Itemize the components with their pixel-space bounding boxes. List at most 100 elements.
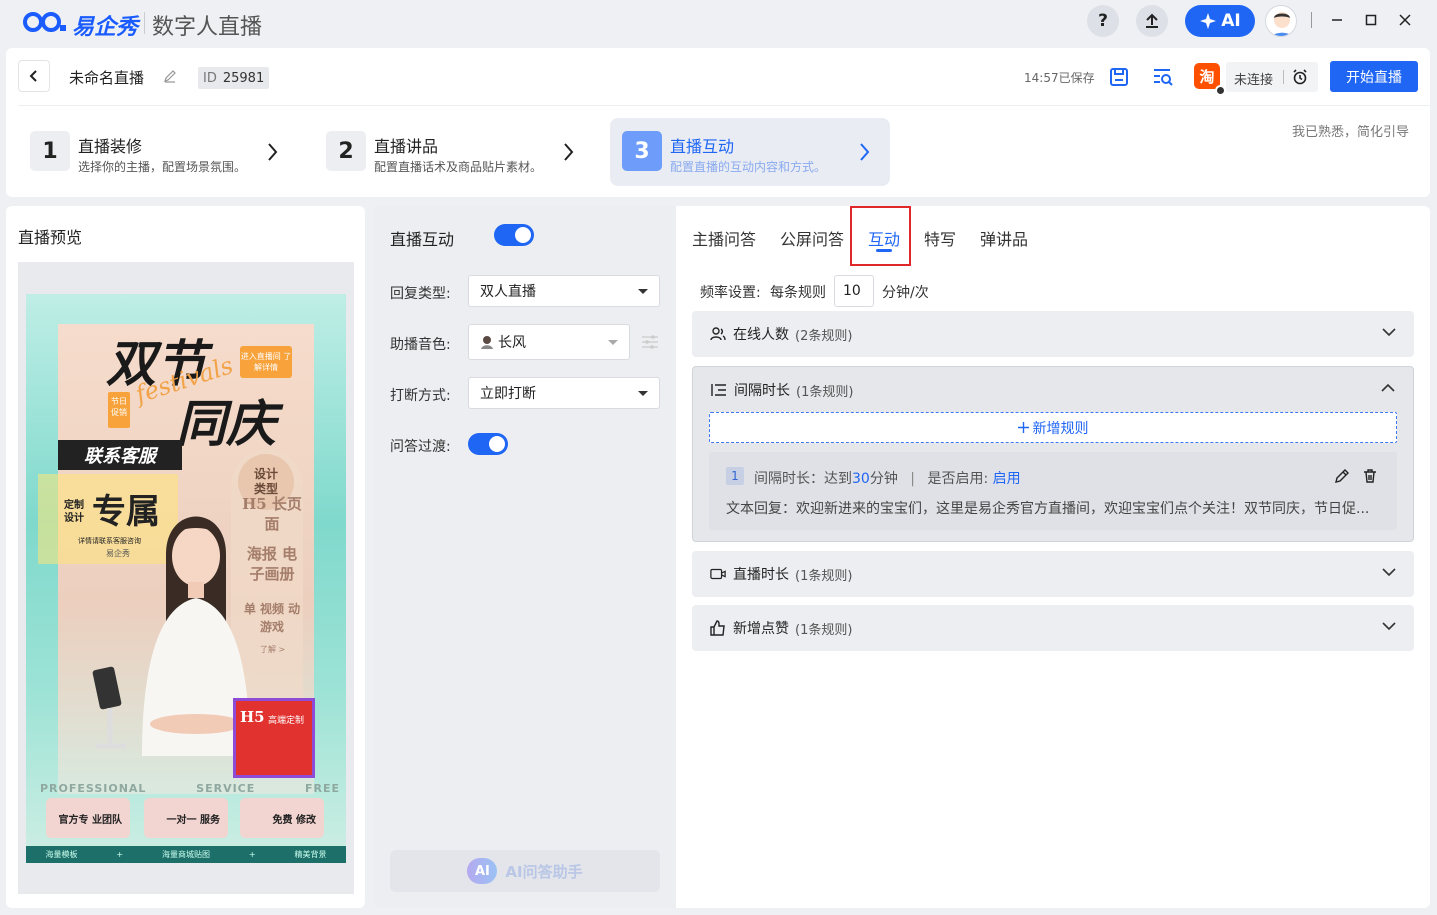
rule-prefix: 间隔时长：达到 <box>754 471 852 487</box>
poster-bottom-item: 海量商城贴图 <box>161 850 210 859</box>
section-count: (1条规则) <box>795 622 853 638</box>
section-title: 间隔时长 <box>734 383 790 399</box>
reply-type-select[interactable]: 双人直播 <box>468 275 660 307</box>
voice-avatar-icon <box>481 336 493 349</box>
step-3-desc: 配置直播的互动内容和方式。 <box>670 160 827 174</box>
trash-icon[interactable] <box>1362 468 1378 484</box>
poster-feature-1: 官方专 业团队 <box>46 798 130 838</box>
poster-side-tag: 节日 促销 <box>108 392 130 428</box>
preview-title: 直播预览 <box>18 228 83 247</box>
tab-pop-product[interactable]: 弹讲品 <box>980 226 1028 250</box>
step-1-number: 1 <box>30 131 70 171</box>
users-icon <box>710 326 726 342</box>
close-button[interactable] <box>1394 8 1416 32</box>
help-button[interactable]: ? <box>1087 5 1119 37</box>
ai-helper-label: AI问答助手 <box>505 862 583 881</box>
freq-unit: 分钟/次 <box>882 285 929 301</box>
rule-summary: 间隔时长：达到30分钟 | 是否启用: 启用 <box>754 468 1021 488</box>
poster-bottom-item: 海量模板 <box>45 850 78 859</box>
plus-icon <box>1017 422 1029 433</box>
section-count: (1条规则) <box>796 384 854 400</box>
section-header[interactable]: 新增点赞 (1条规则) <box>692 605 1414 651</box>
upload-button[interactable] <box>1136 5 1168 37</box>
rule-reply-text: 文本回复：欢迎新进来的宝宝们，这里是易企秀官方直播间，欢迎宝宝们点个关注！双节同… <box>726 501 1370 517</box>
voice-value: 长风 <box>498 335 526 351</box>
id-label: ID <box>203 70 217 86</box>
logo-text: 易企秀 <box>72 15 139 40</box>
minimize-button[interactable] <box>1326 8 1348 32</box>
rule-number: 1 <box>726 467 744 485</box>
freq-input[interactable]: 10 <box>834 275 874 307</box>
rule-enabled-label: 是否启用: <box>927 471 989 487</box>
section-title: 在线人数 <box>733 327 789 343</box>
tab-closeup[interactable]: 特写 <box>924 226 956 250</box>
section-header[interactable]: 在线人数 (2条规则) <box>692 311 1414 357</box>
search-list-icon <box>1154 69 1173 86</box>
connect-divider <box>1283 70 1284 84</box>
poster-headline-2: 同庆 <box>176 394 276 453</box>
interrupt-value: 立即打断 <box>480 386 536 402</box>
caret-down-icon <box>608 340 618 345</box>
search-list-button[interactable] <box>1152 66 1174 88</box>
poster-brand: 易企秀 <box>106 549 130 558</box>
alarm-clock-icon[interactable] <box>1292 69 1308 85</box>
chevron-down-icon <box>1382 328 1396 337</box>
add-rule-button[interactable]: 新增规则 <box>709 412 1397 443</box>
section-live-duration[interactable]: 直播时长 (1条规则) <box>692 551 1414 597</box>
freq-rule-label: 每条规则 <box>770 285 826 301</box>
connect-status: 未连接 <box>1234 73 1274 88</box>
transition-toggle[interactable] <box>468 433 508 455</box>
window-divider <box>1311 12 1312 28</box>
user-avatar[interactable] <box>1265 5 1297 37</box>
id-value: 25981 <box>222 70 265 86</box>
maximize-button[interactable] <box>1360 8 1382 32</box>
reply-type-value: 双人直播 <box>480 284 536 300</box>
chevron-down-icon <box>1382 568 1396 577</box>
reply-type-label: 回复类型: <box>390 286 451 302</box>
step-3-number: 3 <box>622 131 662 171</box>
poster-service-banner: 联系客服 <box>58 440 182 470</box>
thumbs-up-icon <box>710 620 726 636</box>
freq-label: 频率设置: <box>700 285 761 301</box>
tab-screen-qa[interactable]: 公屏问答 <box>780 226 844 250</box>
add-rule-label: 新增规则 <box>1032 420 1089 437</box>
edit-icon[interactable] <box>1334 468 1350 484</box>
section-header[interactable]: 间隔时长 (1条规则) <box>693 367 1413 413</box>
title-divider <box>144 12 145 34</box>
ai-button[interactable]: AI <box>1185 5 1255 37</box>
section-count: (1条规则) <box>795 568 853 584</box>
sliders-icon[interactable] <box>641 334 659 350</box>
taobao-icon[interactable]: 淘 <box>1194 63 1220 89</box>
poster-custom-label: 定制 设计 <box>64 500 84 524</box>
section-new-likes[interactable]: 新增点赞 (1条规则) <box>692 605 1414 651</box>
transition-label: 问答过渡: <box>390 439 451 455</box>
section-online-users[interactable]: 在线人数 (2条规则) <box>692 311 1414 357</box>
chevron-right-icon <box>564 143 574 161</box>
chevron-right-icon <box>860 143 870 161</box>
edit-name-icon[interactable] <box>163 69 177 83</box>
poster-image: 双节 同庆 festivals 进入直播间 了解详情 节日 促销 联系客服 定制… <box>26 294 346 863</box>
saved-status: 14:57已保存 <box>1024 71 1095 85</box>
back-button[interactable] <box>18 60 50 92</box>
start-live-button[interactable]: 开始直播 <box>1330 61 1418 92</box>
poster-phone-stand <box>92 666 126 749</box>
rule-card <box>709 452 1397 530</box>
chevron-right-icon <box>268 143 278 161</box>
section-title: 直播时长 <box>733 567 789 583</box>
section-header[interactable]: 直播时长 (1条规则) <box>692 551 1414 597</box>
tab-anchor-qa[interactable]: 主播问答 <box>692 226 756 250</box>
live-name: 未命名直播 <box>69 69 145 87</box>
interrupt-select[interactable]: 立即打断 <box>468 377 660 409</box>
list-indent-icon <box>711 382 727 398</box>
voice-select[interactable]: 长风 <box>468 324 630 360</box>
interact-label: 直播互动 <box>390 230 455 249</box>
chevron-left-icon <box>29 70 37 82</box>
id-badge: ID 25981 <box>198 67 270 89</box>
interact-toggle[interactable] <box>494 224 534 246</box>
poster-feature-3: 免费 修改 <box>240 798 324 838</box>
rule-divider: | <box>910 471 915 487</box>
ai-helper-button[interactable]: AI AI问答助手 <box>390 850 660 892</box>
skip-guide-link[interactable]: 我已熟悉，简化引导 <box>1292 121 1409 140</box>
save-button[interactable] <box>1108 66 1130 88</box>
step-1-desc: 选择你的主播，配置场景氛围。 <box>78 160 247 174</box>
